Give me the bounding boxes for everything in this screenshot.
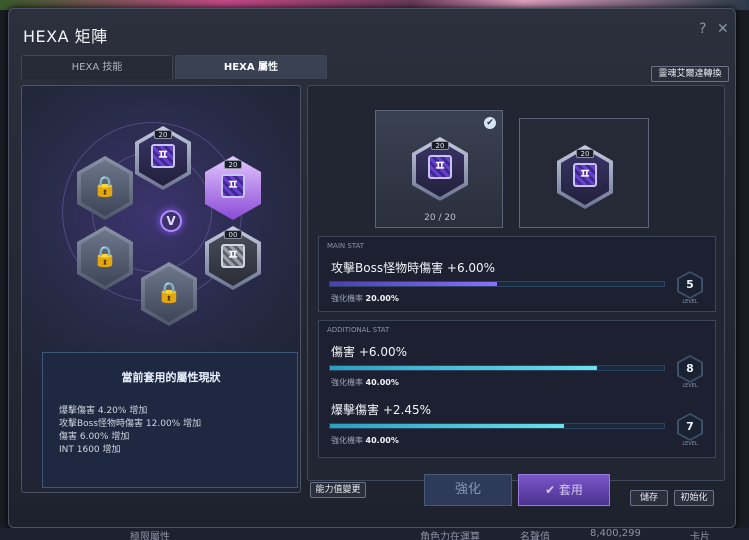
- status-line: INT 1600 增加: [59, 445, 121, 455]
- core-level-badge: 20: [431, 141, 449, 150]
- reset-button[interactable]: 初始化: [674, 490, 714, 506]
- rate-label: 強化機率: [331, 436, 363, 445]
- additional-stat-bar-fill: [330, 424, 564, 428]
- rune-icon: ㅍ: [151, 144, 175, 168]
- rate-label: 強化機率: [331, 378, 363, 387]
- additional-stat-name: 爆擊傷害 +2.45%: [331, 403, 431, 417]
- hexa-core-icon: 20 ㅍ: [412, 137, 468, 201]
- other-core-card[interactable]: 20 ㅍ: [519, 118, 649, 228]
- level-value: 5: [679, 273, 701, 297]
- additional-stat-box: ADDITIONAL STAT 傷害 +6.00% 強化機率 40.00% 8 …: [318, 320, 716, 458]
- main-stat-bar: [329, 281, 665, 287]
- rune-icon: ㅍ: [221, 174, 245, 198]
- apply-button[interactable]: ✔ 套用: [518, 474, 610, 506]
- help-icon[interactable]: ?: [699, 21, 706, 37]
- rune-icon: ㅍ: [221, 244, 245, 268]
- checkmark-icon: ✔: [484, 117, 496, 129]
- bg-label: 卡片: [690, 532, 710, 540]
- level-word: LEVEL: [682, 383, 698, 389]
- main-stat-level-icon: 5: [677, 271, 703, 299]
- core-level-badge: 20: [224, 160, 242, 169]
- lock-icon: 🔒: [156, 280, 182, 304]
- core-progress-text: 20 / 20: [424, 213, 456, 223]
- soul-erda-convert-button[interactable]: 靈魂艾爾達轉換: [651, 66, 729, 82]
- rune-icon: ㅍ: [428, 155, 452, 179]
- background-game-strip-bottom: 極限屬性 角色力在運算 名聲值 8,400,299 卡片: [0, 528, 749, 540]
- rate-value: 40.00%: [365, 378, 399, 387]
- tab-hexa-skill[interactable]: HEXA 技能: [21, 55, 173, 79]
- additional-stat-bar: [329, 365, 665, 371]
- v-emblem-icon: V: [160, 210, 182, 232]
- core-level-badge: 20: [576, 149, 594, 158]
- close-icon[interactable]: ✕: [717, 21, 729, 37]
- ability-change-button[interactable]: 能力值變更: [310, 482, 366, 498]
- additional-stat-name: 傷害 +6.00%: [331, 345, 407, 359]
- additional-stat-level-icon: 7: [677, 413, 703, 441]
- core-level-badge: 20: [154, 130, 172, 139]
- save-button[interactable]: 儲存: [630, 490, 668, 506]
- bg-label: 極限屬性: [130, 532, 170, 540]
- status-line: 攻擊Boss怪物時傷害 12.00% 增加: [59, 419, 202, 429]
- current-attribute-status: 當前套用的屬性現狀 爆擊傷害 4.20% 增加 攻擊Boss怪物時傷害 12.0…: [42, 352, 298, 488]
- level-value: 7: [679, 415, 701, 439]
- window-title: HEXA 矩陣: [23, 27, 108, 46]
- main-stat-box: MAIN STAT 攻擊Boss怪物時傷害 +6.00% 強化機率 20.00%…: [318, 236, 716, 312]
- additional-stat-bar: [329, 423, 665, 429]
- bg-label: 名聲值: [520, 532, 550, 540]
- hexa-core-icon: 20 ㅍ: [557, 145, 613, 209]
- status-line: 爆擊傷害 4.20% 增加: [59, 406, 148, 416]
- matrix-panel: 20 ㅍ 🔒 20 ㅍ 🔒 00 ㅍ 🔒 V 當前套用的屬性現狀 爆擊傷害 4.…: [21, 85, 301, 493]
- lock-icon: 🔒: [92, 244, 118, 268]
- rate-value: 40.00%: [365, 436, 399, 445]
- additional-stat-rate: 強化機率 40.00%: [331, 435, 399, 446]
- rate-value: 20.00%: [365, 294, 399, 303]
- main-stat-name: 攻擊Boss怪物時傷害 +6.00%: [331, 261, 496, 275]
- level-value: 8: [679, 357, 701, 381]
- rate-label: 強化機率: [331, 294, 363, 303]
- rune-icon: ㅍ: [573, 163, 597, 187]
- level-word: LEVEL: [682, 441, 698, 447]
- main-stat-header: MAIN STAT: [327, 242, 365, 250]
- core-level-badge: 00: [224, 230, 242, 239]
- main-stat-bar-fill: [330, 282, 497, 286]
- enhance-button[interactable]: 強化: [424, 474, 512, 506]
- additional-stat-header: ADDITIONAL STAT: [327, 326, 390, 334]
- status-title: 當前套用的屬性現狀: [121, 371, 221, 384]
- bg-label: 角色力在運算: [420, 532, 480, 540]
- additional-stat-rate: 強化機率 40.00%: [331, 377, 399, 388]
- additional-stat-bar-fill: [330, 366, 598, 370]
- status-line: 傷害 6.00% 增加: [59, 432, 130, 442]
- selected-core-card[interactable]: ✔ 20 ㅍ 20 / 20: [375, 110, 503, 228]
- tab-hexa-attribute[interactable]: HEXA 屬性: [175, 55, 327, 79]
- level-word: LEVEL: [682, 299, 698, 305]
- bg-label: 8,400,299: [590, 528, 641, 539]
- additional-stat-level-icon: 8: [677, 355, 703, 383]
- lock-icon: 🔒: [92, 174, 118, 198]
- main-stat-rate: 強化機率 20.00%: [331, 293, 399, 304]
